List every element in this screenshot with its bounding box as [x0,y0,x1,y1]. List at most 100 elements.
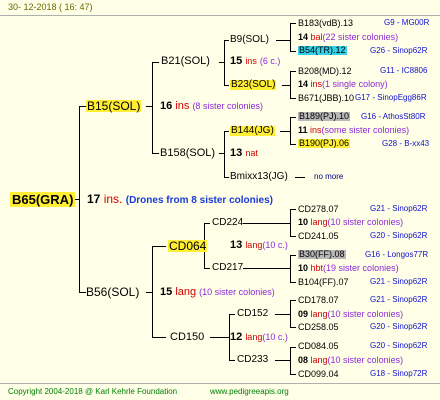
r-b189-tag: G16 - AthosSt80R [361,112,426,121]
num: 14 [298,79,309,89]
connector-line [290,71,296,72]
num: 11 [298,125,308,135]
connector-line [243,268,291,269]
connector-line [276,40,291,41]
node-cd150[interactable]: CD150 [170,332,204,343]
connector-line [290,236,296,237]
r-b208[interactable]: B208(MD).12 [298,67,352,76]
r-b189[interactable]: B189(PJ).10 [298,112,351,121]
connector-line [280,131,291,132]
node-b23[interactable]: B23(SOL) [230,80,277,90]
connector-line [224,40,229,41]
connector-line [229,360,235,361]
lower-queen[interactable]: B56(SOL) [86,286,139,298]
note: (22 sister colonies) [322,32,399,42]
connector-line [229,314,235,315]
connector-line [290,255,291,283]
ins: lang [310,309,328,319]
connector-line [152,62,159,63]
r-b671[interactable]: B671(JBB).10 [298,94,354,103]
b158-mating-info: 13 nat [230,148,258,159]
note: (10 c.) [262,332,288,342]
upper-mating-info: 16 ins (8 sister colonies) [160,101,263,112]
r-b183-tag: G9 - MG00R [384,18,430,27]
cd217-mating-info: 10 hbt(19 sister colonies) [298,264,399,273]
lower-mating-info: 15 lang (10 sister colonies) [160,287,275,298]
ins: ins [245,56,257,66]
connector-line [152,62,153,154]
r-cd099[interactable]: CD099.04 [298,370,339,379]
connector-line [224,85,229,86]
r-b30[interactable]: B30(FF).08 [298,250,346,259]
node-cd224[interactable]: CD224 [212,218,243,228]
connector-line [290,23,291,52]
r-b190[interactable]: B190(PJ).06 [298,139,351,148]
connector-line [275,360,291,361]
r-cd084[interactable]: CD084.05 [298,342,339,351]
ins: ins [310,125,322,135]
ins: ins. [103,192,123,206]
connector-line [210,337,230,338]
note: (8 sister colonies) [192,101,263,111]
connector-line [152,246,166,247]
note: (6 c.) [259,56,281,66]
root-queen[interactable]: B65(GRA) [10,192,76,207]
footer-copyright: Copyright 2004-2018 @ Karl Kehrle Founda… [8,387,178,396]
ins: bal [310,32,323,42]
r-cd178[interactable]: CD178.07 [298,296,339,305]
r-b54[interactable]: B54(TR).12 [298,46,347,55]
ins: lang [310,217,328,227]
node-cd217[interactable]: CD217 [212,263,243,273]
header-separator [0,15,440,16]
ins: lang [175,286,197,298]
r-cd241-tag: G20 - Sinop62R [370,231,428,240]
num: 13 [230,239,243,251]
connector-line [152,153,159,154]
r-b190-tag: G28 - B-xx43 [382,139,430,148]
footer-url[interactable]: www.pedigreeapis.org [210,388,289,396]
num: 09 [298,309,309,319]
connector-line [204,223,210,224]
node-cd064[interactable]: CD064 [168,240,208,252]
r-b104[interactable]: B104(FF).07 [298,278,349,287]
r-cd278[interactable]: CD278.07 [298,205,339,214]
connector-line [290,23,296,24]
cd150-mating-info: 12 lang(10 c.) [230,332,288,343]
note: (some sister colonies) [321,125,410,135]
date-header: 30- 12-2018 ( 16: 47) [8,2,93,12]
connector-line [295,177,305,178]
connector-line [290,144,296,145]
node-cd152[interactable]: CD152 [237,309,268,319]
connector-line [290,347,296,348]
ins: lang [245,332,263,342]
r-b104-tag: G21 - Sinop62R [370,277,428,286]
cd224-mating-info: 10 lang(10 sister colonies) [298,218,403,227]
note: (10 sister colonies) [327,309,404,319]
r-b30-tag: G16 - Longos77R [365,250,429,259]
node-b158[interactable]: B158(SOL) [160,148,215,159]
b21-mating-info: 15 ins (6 c.) [230,56,280,67]
upper-queen[interactable]: B15(SOL) [86,100,142,112]
num: 10 [298,263,309,273]
connector-line [290,300,296,301]
r-cd241[interactable]: CD241.05 [298,232,339,241]
node-b144[interactable]: B144(JG) [230,126,275,136]
connector-line [224,131,229,132]
r-cd258[interactable]: CD258.05 [298,323,339,332]
num: 16 [160,100,173,112]
connector-line [290,255,296,256]
connector-line [290,51,296,52]
node-cd233[interactable]: CD233 [237,355,268,365]
connector-line [282,85,291,86]
note: (10 sister colonies) [327,355,404,365]
r-b183[interactable]: B183(vdB).13 [298,19,353,28]
connector-line [79,106,86,107]
connector-line [290,347,291,375]
r-cd099-tag: G18 - Sinop72R [370,369,428,378]
node-b21[interactable]: B21(SOL) [161,56,210,67]
node-bmixx13[interactable]: Bmixx13(JG) [230,172,288,182]
node-b9-label[interactable]: B9(SOL) [230,35,269,45]
connector-line [79,292,86,293]
ins: ins [310,79,323,89]
ins: lang [245,240,263,250]
